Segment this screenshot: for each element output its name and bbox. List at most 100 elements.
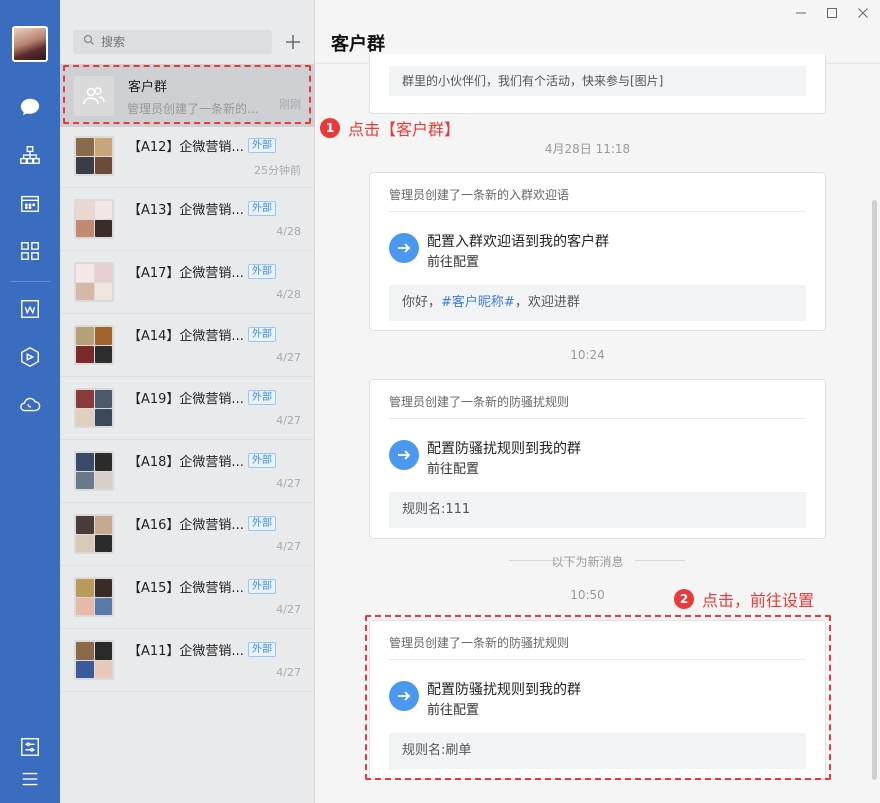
chat-item-time: 4/27 bbox=[276, 414, 301, 427]
external-tag: 外部 bbox=[248, 453, 276, 468]
group-avatar bbox=[74, 577, 114, 617]
chat-item[interactable]: 【A15】企微营销... 外部 4/27 bbox=[60, 565, 315, 628]
chat-item-name: 【A13】企微营销... bbox=[128, 203, 244, 218]
search-input[interactable] bbox=[101, 35, 261, 49]
card-footer: 群里的小伙伴们，我们有个活动，快来参与[图片] bbox=[389, 66, 806, 96]
group-people-icon bbox=[83, 87, 105, 105]
chat-item[interactable]: 【A13】企微营销... 外部 4/28 bbox=[60, 187, 315, 250]
external-tag: 外部 bbox=[248, 201, 276, 216]
external-tag: 外部 bbox=[248, 579, 276, 594]
group-avatar bbox=[74, 451, 114, 491]
annotation-label-2: 2 点击，前往设置 bbox=[674, 587, 814, 611]
card-footer: 你好，#客户昵称#，欢迎进群 bbox=[389, 285, 806, 321]
chat-item-preview: 管理员创建了一条新的... bbox=[127, 102, 259, 116]
card-footer: 规则名:111 bbox=[389, 492, 806, 528]
card-title[interactable]: 配置入群欢迎语到我的客户群 bbox=[427, 231, 609, 251]
card-divider bbox=[389, 659, 806, 660]
card-title[interactable]: 配置防骚扰规则到我的群 bbox=[427, 679, 581, 699]
chat-item-time: 25分钟前 bbox=[254, 164, 301, 177]
chat-item[interactable]: 【A17】企微营销... 外部 4/28 bbox=[60, 250, 315, 313]
group-avatar bbox=[74, 640, 114, 680]
chat-item[interactable]: 【A19】企微营销... 外部 4/27 bbox=[60, 376, 315, 439]
chat-item[interactable]: 【A12】企微营销... 外部 25分钟前 bbox=[60, 124, 315, 187]
card-link[interactable]: 前往配置 bbox=[427, 458, 479, 477]
hamburger-menu-icon[interactable] bbox=[17, 766, 43, 792]
minimize-button[interactable] bbox=[789, 4, 813, 22]
annotation-label-1: 1 点击【客户群】 bbox=[320, 116, 460, 140]
chat-item-time: 4/28 bbox=[276, 225, 301, 238]
annotation-text: 点击，前往设置 bbox=[702, 591, 815, 610]
group-avatar bbox=[74, 262, 114, 302]
group-avatar bbox=[74, 325, 114, 365]
search-box[interactable] bbox=[73, 30, 272, 54]
chat-item-time: 刚刚 bbox=[279, 98, 301, 111]
doc-icon[interactable] bbox=[17, 296, 43, 322]
chat-item-name: 【A19】企微营销... bbox=[128, 392, 244, 407]
group-avatar bbox=[74, 199, 114, 239]
timestamp: 4月28日 11:18 bbox=[544, 142, 631, 156]
list-divider bbox=[60, 691, 315, 692]
card-divider bbox=[389, 211, 806, 212]
group-avatar bbox=[74, 76, 114, 116]
chat-item-name: 客户群 bbox=[128, 80, 168, 95]
card-header: 管理员创建了一条新的防骚扰规则 bbox=[389, 636, 570, 650]
hexagon-icon[interactable] bbox=[17, 344, 43, 370]
search-icon bbox=[83, 34, 95, 50]
welcome-text-a: 你好， bbox=[402, 295, 442, 310]
message-card-partial: 群里的小伙伴们，我们有个活动，快来参与[图片] bbox=[369, 54, 826, 114]
chat-item-time: 4/27 bbox=[276, 351, 301, 364]
annotation-number: 2 bbox=[674, 589, 694, 609]
annotation-text: 点击【客户群】 bbox=[348, 120, 461, 139]
chat-item[interactable]: 【A16】企微营销... 外部 4/27 bbox=[60, 502, 315, 565]
chat-item[interactable]: 【A14】企微营销... 外部 4/27 bbox=[60, 313, 315, 376]
arrow-right-icon[interactable] bbox=[389, 440, 419, 470]
chat-item-name: 【A11】企微营销... bbox=[128, 644, 244, 659]
message-card-rule: 管理员创建了一条新的防骚扰规则 配置防骚扰规则到我的群 前往配置 规则名:111 bbox=[369, 379, 826, 539]
welcome-text-b: ，欢迎进群 bbox=[514, 295, 580, 310]
card-divider bbox=[389, 418, 806, 419]
message-card-welcome: 管理员创建了一条新的入群欢迎语 配置入群欢迎语到我的客户群 前往配置 你好，#客… bbox=[369, 172, 826, 331]
left-rail bbox=[0, 0, 60, 803]
timestamp: 10:24 bbox=[570, 348, 605, 362]
maximize-button[interactable] bbox=[820, 4, 844, 22]
chat-item-time: 4/27 bbox=[276, 666, 301, 679]
group-avatar bbox=[74, 136, 114, 176]
add-button[interactable] bbox=[281, 30, 305, 54]
grid-apps-icon[interactable] bbox=[17, 238, 43, 264]
conversation-title: 客户群 bbox=[331, 34, 385, 55]
sliders-icon[interactable] bbox=[17, 734, 43, 760]
maximize-icon bbox=[827, 8, 837, 18]
org-chart-icon[interactable] bbox=[17, 142, 43, 168]
chat-item[interactable]: 【A11】企微营销... 外部 4/27 bbox=[60, 628, 315, 691]
card-link[interactable]: 前往配置 bbox=[427, 699, 479, 718]
arrow-right-icon[interactable] bbox=[389, 233, 419, 263]
chat-item[interactable]: 【A18】企微营销... 外部 4/27 bbox=[60, 439, 315, 502]
card-link[interactable]: 前往配置 bbox=[427, 251, 479, 270]
message-card-rule-new: 管理员创建了一条新的防骚扰规则 配置防骚扰规则到我的群 前往配置 规则名:刷单 bbox=[369, 620, 826, 780]
chat-bubble-icon[interactable] bbox=[17, 94, 43, 120]
card-header: 管理员创建了一条新的入群欢迎语 bbox=[389, 188, 570, 202]
cloud-phone-icon[interactable] bbox=[17, 392, 43, 418]
external-tag: 外部 bbox=[248, 642, 276, 657]
close-icon bbox=[858, 8, 868, 18]
plus-icon bbox=[286, 35, 300, 49]
chat-item-time: 4/27 bbox=[276, 540, 301, 553]
chat-item-customer-group[interactable]: 客户群 管理员创建了一条新的... 刚刚 bbox=[60, 64, 315, 127]
scrollbar[interactable] bbox=[872, 200, 877, 780]
chat-item-name: 【A18】企微营销... bbox=[128, 455, 244, 470]
card-title[interactable]: 配置防骚扰规则到我的群 bbox=[427, 438, 581, 458]
group-avatar bbox=[74, 388, 114, 428]
chat-item-name: 【A12】企微营销... bbox=[128, 140, 244, 155]
divider-line-right bbox=[635, 560, 685, 561]
chat-item-time: 4/27 bbox=[276, 477, 301, 490]
calendar-icon[interactable] bbox=[17, 190, 43, 216]
annotation-number: 1 bbox=[320, 118, 340, 138]
minimize-icon bbox=[796, 12, 806, 14]
arrow-right-icon[interactable] bbox=[389, 681, 419, 711]
close-button[interactable] bbox=[851, 4, 875, 22]
user-avatar[interactable] bbox=[12, 26, 48, 62]
chat-item-time: 4/27 bbox=[276, 603, 301, 616]
external-tag: 外部 bbox=[248, 264, 276, 279]
rail-divider bbox=[10, 281, 50, 282]
chat-item-name: 【A14】企微营销... bbox=[128, 329, 244, 344]
